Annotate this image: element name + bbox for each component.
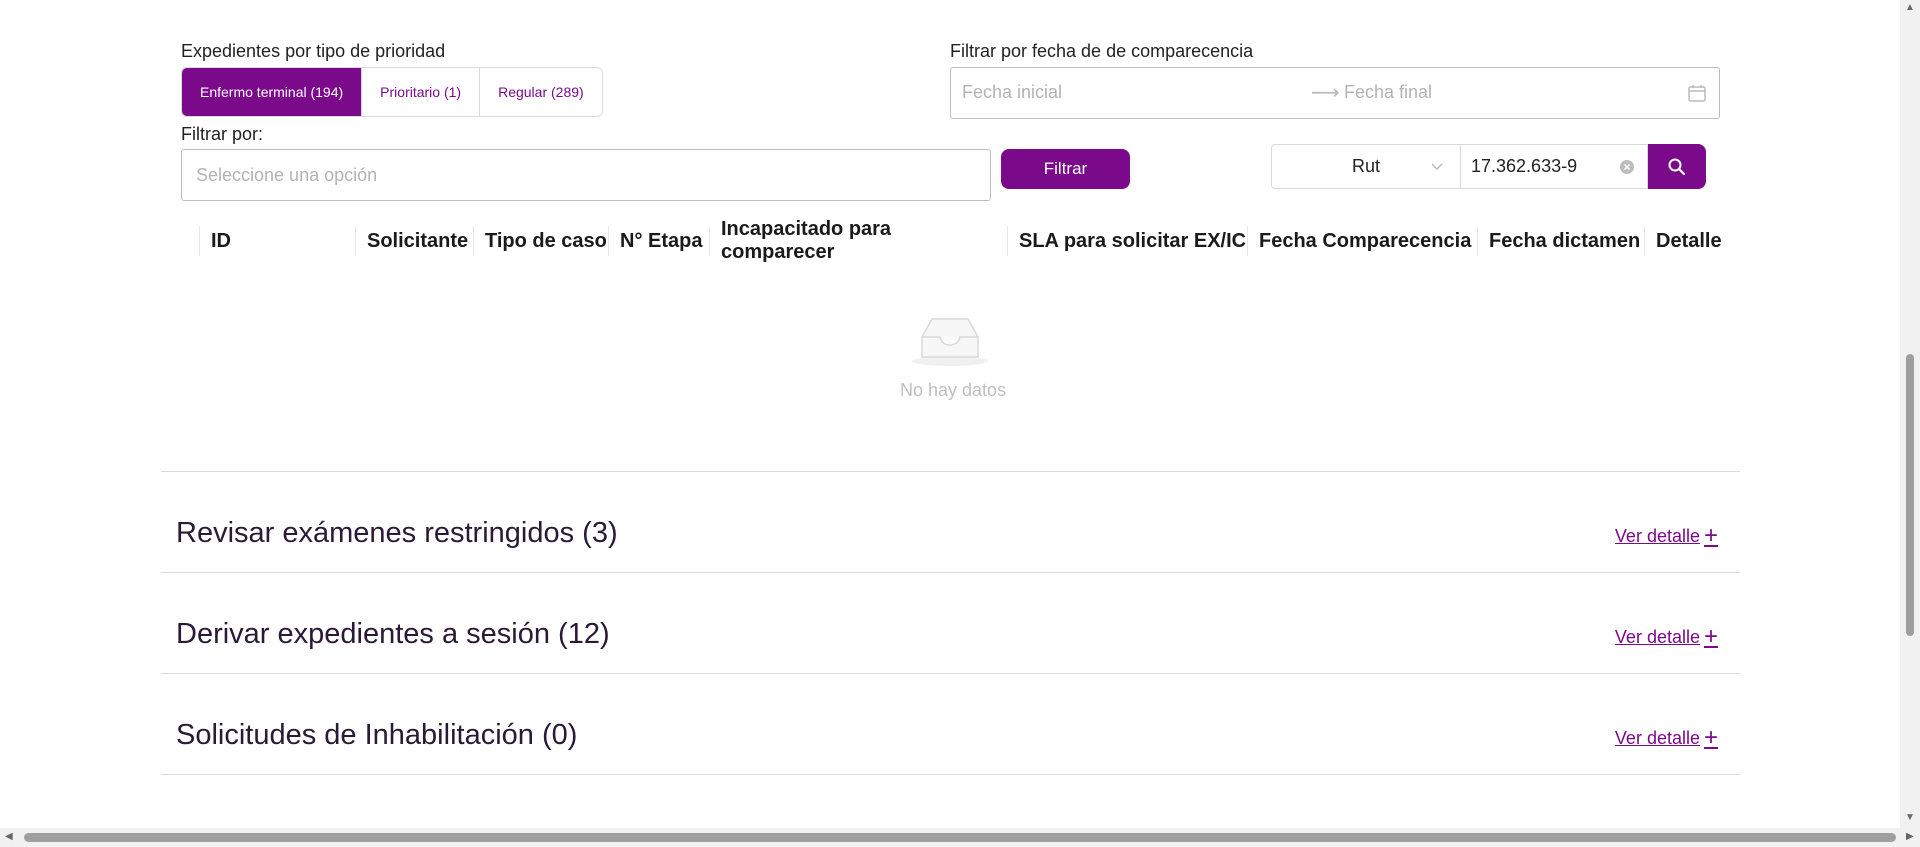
filter-select[interactable]: Seleccione una opción bbox=[181, 149, 991, 201]
column-tipo-de-caso: Tipo de caso bbox=[473, 222, 608, 260]
priority-segmented-control: Enfermo terminal (194) Prioritario (1) R… bbox=[181, 67, 603, 117]
date-filter-label: Filtrar por fecha de de comparecencia bbox=[950, 41, 1254, 61]
column-detalle: Detalle bbox=[1644, 222, 1734, 260]
ver-detalle-label: Ver detalle bbox=[1614, 626, 1700, 647]
column-sla: SLA para solicitar EX/IC bbox=[1007, 222, 1247, 260]
end-date-input[interactable]: Fecha final bbox=[1344, 82, 1432, 103]
page: Expedientes por tipo de prioridad Enferm… bbox=[0, 0, 1900, 828]
search-type-select[interactable]: Rut bbox=[1271, 144, 1460, 189]
column-id: ID bbox=[199, 222, 355, 260]
start-date-input[interactable]: Fecha inicial bbox=[962, 82, 1062, 103]
section-disqualification: Solicitudes de Inhabilitación (0) Ver de… bbox=[161, 673, 1740, 774]
filter-button[interactable]: Filtrar bbox=[1001, 149, 1130, 189]
ver-detalle-link[interactable]: Ver detalle + bbox=[1615, 522, 1718, 550]
priority-label: Expedientes por tipo de prioridad bbox=[181, 41, 446, 61]
horizontal-scroll-thumb[interactable] bbox=[24, 833, 1896, 842]
scroll-down-icon[interactable]: ▼ bbox=[1905, 812, 1915, 823]
horizontal-scrollbar[interactable]: ◀ ▶ bbox=[0, 828, 1920, 847]
vertical-scroll-thumb[interactable] bbox=[1906, 354, 1914, 636]
empty-text: No hay datos bbox=[900, 380, 1007, 400]
calendar-icon[interactable] bbox=[1687, 83, 1707, 103]
column-incapacitado: Incapacitado para comparecer bbox=[709, 218, 1007, 263]
scroll-up-icon[interactable]: ▲ bbox=[1905, 2, 1915, 13]
section-restricted-exams: Revisar exámenes restringidos (3) Ver de… bbox=[161, 471, 1740, 572]
ver-detalle-label: Ver detalle bbox=[1614, 727, 1700, 748]
plus-icon: + bbox=[1703, 623, 1718, 650]
empty-state: No hay datos bbox=[900, 315, 1007, 401]
ver-detalle-label: Ver detalle bbox=[1614, 525, 1700, 546]
column-fecha-comparecencia: Fecha Comparecencia bbox=[1247, 222, 1477, 260]
section-title: Solicitudes de Inhabilitación (0) bbox=[176, 719, 578, 751]
priority-button-regular[interactable]: Regular (289) bbox=[480, 68, 602, 116]
date-range-picker[interactable]: Fecha inicial ⟶ Fecha final bbox=[950, 67, 1720, 119]
column-solicitante: Solicitante bbox=[355, 222, 473, 260]
priority-button-terminal[interactable]: Enfermo terminal (194) bbox=[182, 68, 363, 116]
scroll-left-icon[interactable]: ◀ bbox=[5, 831, 13, 842]
rut-search-value: 17.362.633-9 bbox=[1471, 156, 1578, 176]
column-etapa: N° Etapa bbox=[608, 222, 709, 260]
column-fecha-dictamen: Fecha dictamen bbox=[1477, 222, 1644, 260]
scroll-right-icon[interactable]: ▶ bbox=[1906, 831, 1914, 842]
priority-button-priority[interactable]: Prioritario (1) bbox=[362, 68, 481, 116]
search-type-value: Rut bbox=[1351, 156, 1380, 176]
range-arrow-icon: ⟶ bbox=[1311, 82, 1340, 104]
plus-icon: + bbox=[1703, 522, 1718, 549]
chevron-down-icon bbox=[1431, 163, 1443, 170]
section-title: Revisar exámenes restringidos (3) bbox=[176, 517, 618, 549]
section-next-partial bbox=[161, 774, 1740, 828]
rut-search-input[interactable]: 17.362.633-9 bbox=[1460, 144, 1648, 189]
filter-by-label: Filtrar por: bbox=[181, 124, 264, 144]
ver-detalle-link[interactable]: Ver detalle + bbox=[1615, 724, 1718, 752]
section-title: Derivar expedientes a sesión (12) bbox=[176, 618, 610, 650]
ver-detalle-link[interactable]: Ver detalle + bbox=[1615, 623, 1718, 651]
section-derive-files: Derivar expedientes a sesión (12) Ver de… bbox=[161, 572, 1740, 673]
empty-inbox-icon bbox=[912, 318, 988, 366]
vertical-scrollbar[interactable]: ▲ ▼ bbox=[1900, 0, 1920, 828]
clear-icon[interactable] bbox=[1619, 159, 1635, 175]
table-header: ID Solicitante Tipo de caso N° Etapa Inc… bbox=[199, 218, 1734, 263]
search-icon bbox=[1668, 158, 1686, 175]
plus-icon: + bbox=[1703, 724, 1718, 751]
search-button[interactable] bbox=[1648, 144, 1706, 189]
